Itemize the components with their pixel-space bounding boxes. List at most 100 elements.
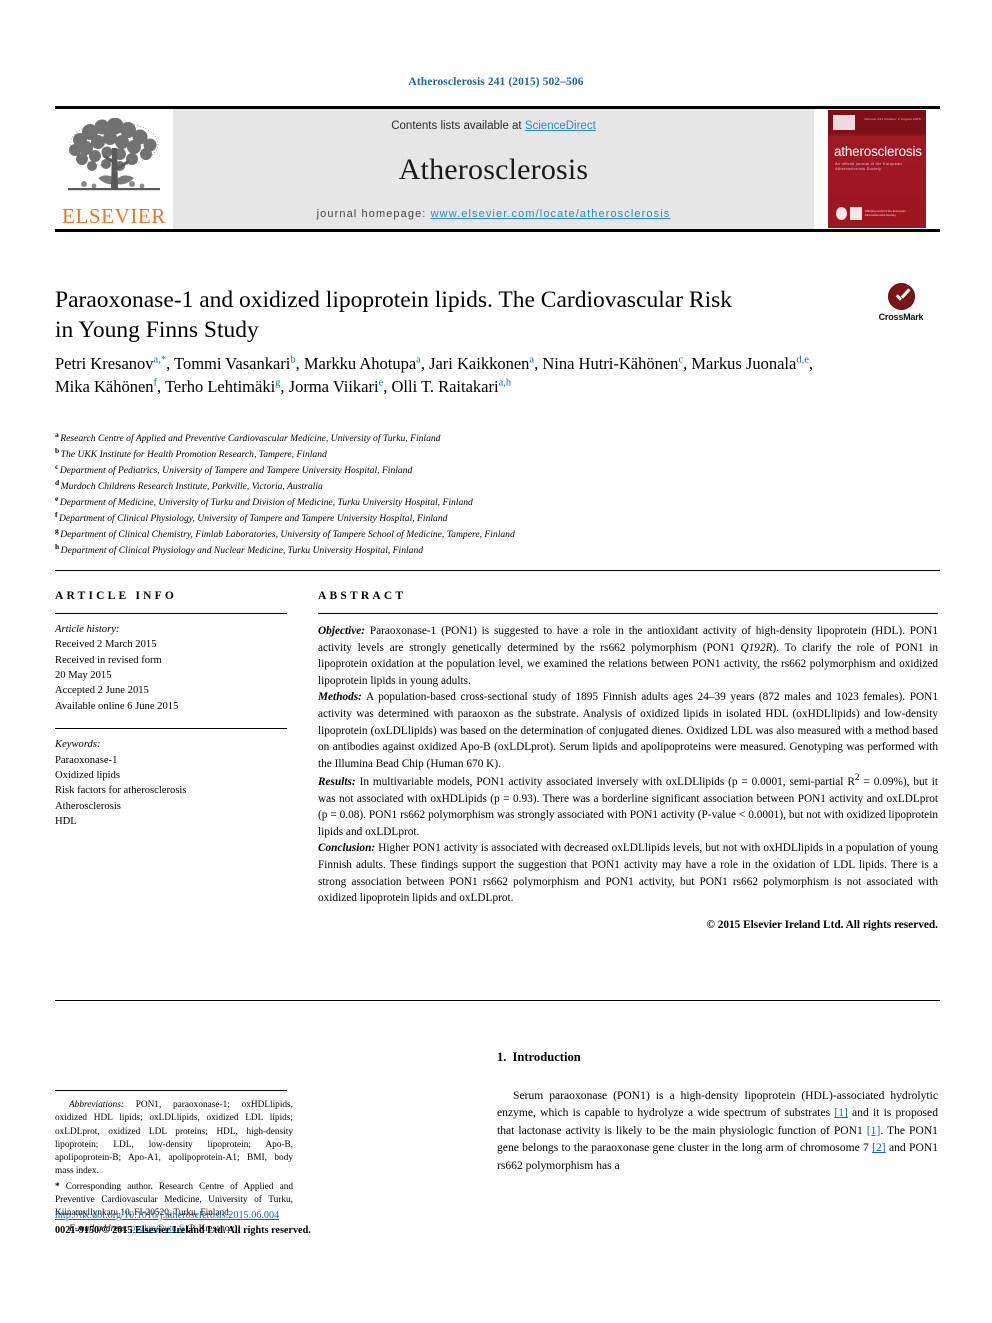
affiliation-marker: b [55, 446, 60, 455]
cover-badge-text: Official journal of the European Atheros… [864, 208, 906, 217]
abbreviations-footnote: Abbreviations: PON1, paraoxonase-1; oxHD… [55, 1099, 293, 1179]
affiliation-text: Murdoch Childrens Research Institute, Pa… [60, 481, 323, 493]
introduction-heading: 1. Introduction [497, 1050, 938, 1065]
affiliation-item: c Department of Pediatrics, University of… [55, 462, 835, 478]
affiliation-item: f Department of Clinical Physiology, Univ… [55, 510, 835, 526]
affiliation-item: d Murdoch Childrens Research Institute, P… [55, 478, 835, 494]
author-item: Jorma Viikarie, [288, 377, 388, 397]
abstract-rule [318, 613, 938, 614]
introduction-section: 1. Introduction Serum paraoxonase (PON1) … [497, 1050, 938, 1174]
citation-ref-1b[interactable]: [1] [867, 1124, 881, 1137]
cover-image: Volume 241 Number 2 August 2015 atherosc… [828, 110, 926, 228]
affiliation-item: g Department of Clinical Chemistry, Fimla… [55, 526, 835, 542]
affiliation-marker: e [55, 494, 59, 503]
affiliation-marker: h [55, 542, 60, 551]
citation-ref-1[interactable]: [1] [834, 1106, 848, 1119]
journal-masthead: ELSEVIER Contents lists available at Sci… [55, 106, 940, 232]
history-item: Accepted 2 June 2015 [55, 685, 149, 697]
contents-lists-line: Contents lists available at ScienceDirec… [391, 120, 596, 132]
cover-badge-square [849, 207, 862, 220]
keyword-item: HDL [55, 815, 77, 827]
abstract-conclusion: Conclusion: Higher PON1 activity is asso… [318, 840, 938, 906]
author-item: Mika Kähönenf, [55, 377, 162, 397]
cover-elsevier-mark [833, 115, 855, 130]
affiliation-marker: c [55, 462, 59, 471]
affiliation-text: The UKK Institute for Health Promotion R… [60, 449, 327, 461]
author-item: Markus Juonalad,e, [691, 354, 813, 373]
doi-link[interactable]: http://dx.doi.org/10.1016/j.atherosclero… [55, 1210, 279, 1221]
article-info-rule [55, 613, 287, 614]
affiliation-marker: d [55, 478, 60, 487]
author-item: Nina Hutri-Kähönenc, [542, 354, 688, 373]
author-item: Tommi Vasankarib, [174, 354, 300, 373]
keywords-label: Keywords: [55, 739, 101, 751]
running-head-citation: Atherosclerosis 241 (2015) 502–506 [408, 76, 584, 88]
abstract-results-label: Results: [318, 776, 356, 789]
abstract-results: Results: In multivariable models, PON1 a… [318, 772, 938, 840]
history-item: Available online 6 June 2015 [55, 700, 179, 712]
abstract-results-text: In multivariable models, PON1 activity a… [355, 776, 855, 789]
affiliation-text: Department of Medicine, University of Tu… [59, 497, 473, 509]
journal-article-page: Atherosclerosis 241 (2015) 502–506 ELSEV… [0, 0, 992, 1323]
author-item: Olli T. Raitakaria,h [391, 377, 512, 397]
affiliation-item: b The UKK Institute for Health Promotion … [55, 446, 835, 462]
issn-copyright-line: 0021-9150/© 2015 Elsevier Ireland Ltd. A… [55, 1225, 311, 1237]
affiliation-list: a Research Centre of Applied and Preventi… [55, 430, 835, 558]
abstract-objective-italic: Q192R [740, 641, 773, 654]
article-info-column: ARTICLE INFO Article history: Received 2… [55, 590, 287, 829]
masthead-center: Contents lists available at ScienceDirec… [173, 109, 814, 229]
cover-journal-subtitle: An official journal of the European Athe… [835, 161, 902, 171]
footnote-rule [55, 1090, 287, 1091]
citation-ref-2[interactable]: [2] [872, 1141, 886, 1154]
abstract-objective-label: Objective: [318, 625, 366, 637]
elsevier-wordmark: ELSEVIER [62, 204, 166, 228]
affiliation-marker: g [55, 526, 59, 535]
author-item: Jari Kaikkonena, [429, 354, 539, 373]
affiliation-text: Research Centre of Applied and Preventiv… [60, 433, 441, 445]
abstract-methods-text: A population-based cross-sectional study… [318, 691, 938, 770]
keyword-item: Risk factors for atherosclerosis [55, 785, 187, 797]
keyword-item: Atherosclerosis [55, 800, 121, 812]
crossmark-badge[interactable]: CrossMark [866, 283, 936, 322]
affiliation-text: Department of Clinical Physiology, Unive… [59, 513, 448, 525]
article-history: Article history: Received 2 March 2015 R… [55, 622, 287, 714]
section-title: Introduction [512, 1050, 581, 1064]
homepage-prefix: journal homepage: [316, 208, 431, 220]
section-divider-bottom [55, 1000, 940, 1001]
author-item: Terho Lehtimäkig, [164, 377, 285, 397]
history-item: Received 2 March 2015 [55, 639, 157, 651]
author-list: Petri Kresanova,*, Tommi Vasankarib, Mar… [55, 352, 815, 399]
introduction-paragraph: Serum paraoxonase (PON1) is a high-densi… [497, 1087, 938, 1174]
history-item: 20 May 2015 [55, 670, 112, 682]
abstract-conclusion-label: Conclusion: [318, 842, 376, 855]
affiliation-text: Department of Pediatrics, University of … [59, 465, 413, 477]
cover-badge-circle [836, 207, 847, 220]
crossmark-check-icon [887, 283, 915, 310]
affiliation-text: Department of Clinical Chemistry, Fimlab… [60, 529, 515, 541]
journal-homepage-link[interactable]: www.elsevier.com/locate/atherosclerosis [431, 208, 671, 220]
abstract-body: Objective: Paraoxonase-1 (PON1) is sugge… [318, 623, 938, 933]
history-item: Received in revised form [55, 654, 162, 666]
section-divider-top [55, 570, 940, 571]
keyword-item: Oxidized lipids [55, 769, 121, 781]
section-number: 1. [497, 1050, 507, 1064]
journal-homepage-line: journal homepage: www.elsevier.com/locat… [317, 208, 671, 220]
cover-society-badges: Official journal of the European Atheros… [836, 207, 926, 220]
abbreviations-text: PON1, paraoxonase-1; oxHDLlipids, oxidiz… [55, 1100, 293, 1177]
author-item: Petri Kresanova,*, [55, 354, 171, 373]
affiliation-text: Department of Clinical Physiology and Nu… [60, 545, 424, 557]
journal-cover-thumbnail: Volume 241 Number 2 August 2015 atherosc… [814, 109, 940, 229]
page-title: Paraoxonase-1 and oxidized lipoprotein l… [55, 287, 733, 343]
elsevier-tree-icon [68, 118, 160, 191]
abstract-objective: Objective: Paraoxonase-1 (PON1) is sugge… [318, 623, 938, 689]
elsevier-logo: ELSEVIER [55, 109, 173, 229]
keywords-block: Keywords: Paraoxonase-1 Oxidized lipids … [55, 737, 287, 829]
abstract-heading: ABSTRACT [318, 590, 407, 602]
abbreviations-label: Abbreviations: [69, 1100, 124, 1110]
author-item: Markku Ahotupaa, [303, 354, 425, 373]
abstract-conclusion-text: Higher PON1 activity is associated with … [318, 842, 938, 905]
cover-journal-title: atherosclerosis [834, 144, 922, 159]
abstract-methods: Methods: A population-based cross-sectio… [318, 689, 938, 772]
sciencedirect-link[interactable]: ScienceDirect [525, 120, 596, 132]
cover-volume-text: Volume 241 Number 2 August 2015 [864, 117, 921, 121]
